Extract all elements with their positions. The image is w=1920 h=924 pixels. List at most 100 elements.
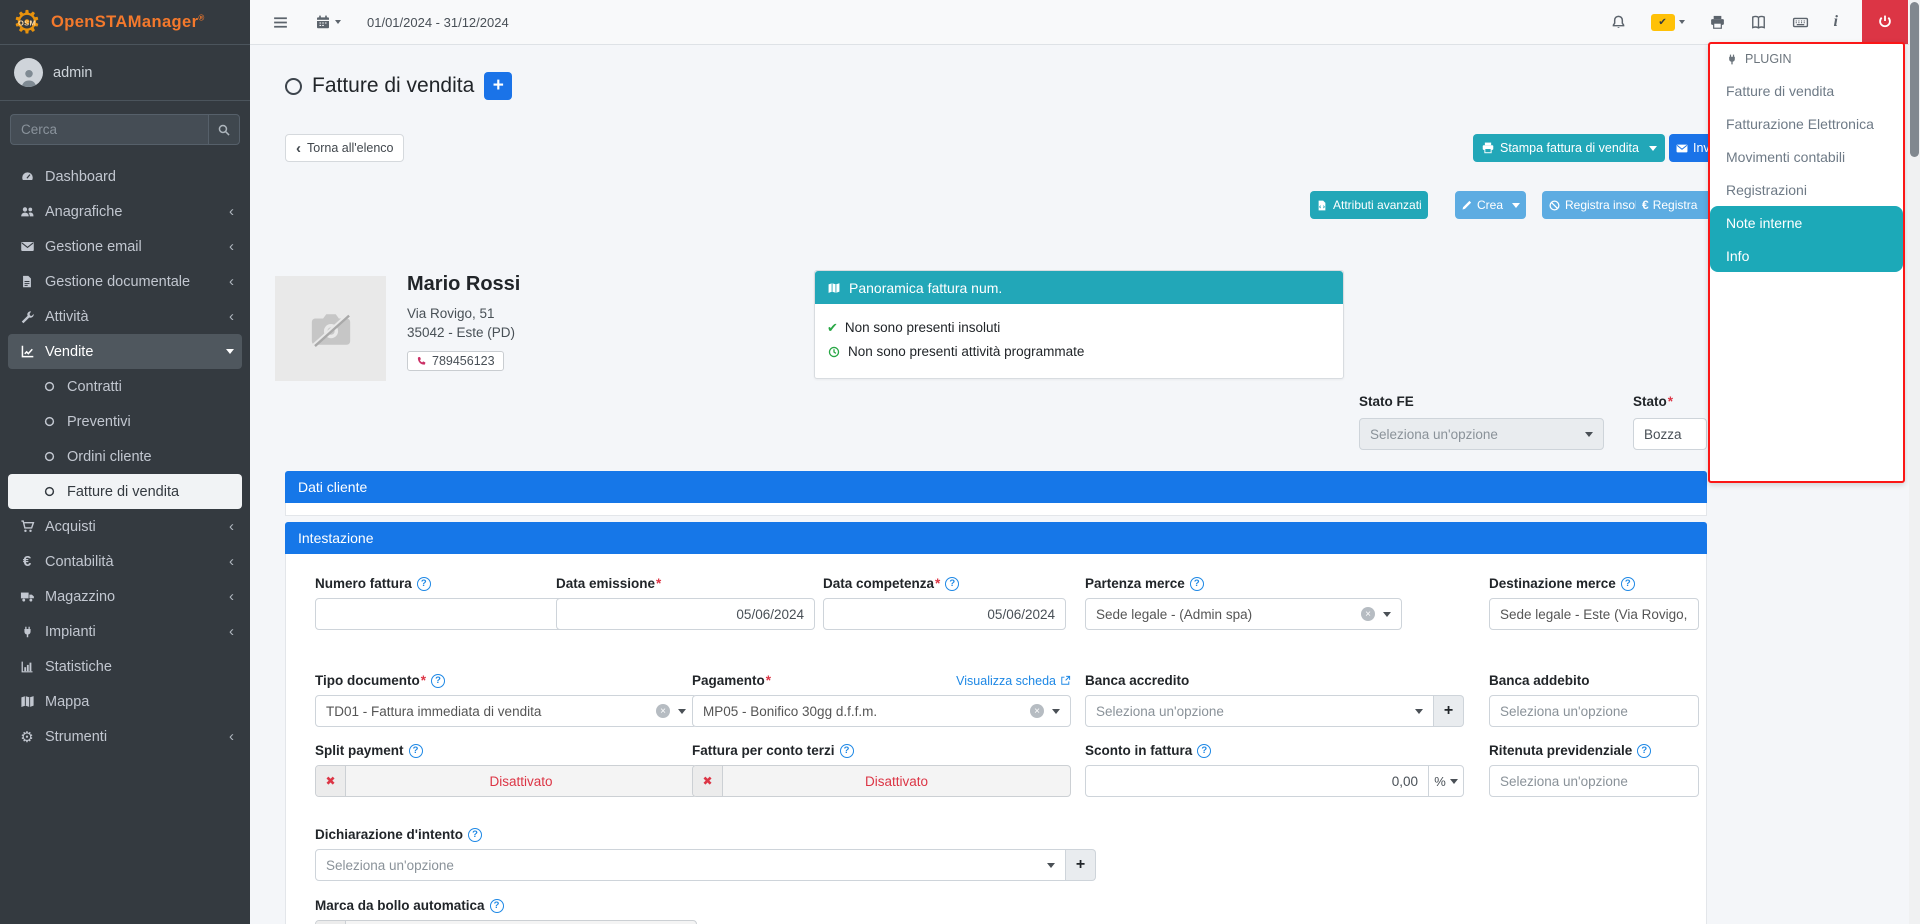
hamburger-menu-icon[interactable] <box>272 14 289 31</box>
help-icon[interactable] <box>840 744 854 758</box>
check-icon: ✔ <box>1658 17 1666 28</box>
sconto-unit-select[interactable]: % <box>1428 765 1464 797</box>
status-toggle[interactable]: ✔ <box>1651 14 1685 31</box>
banca-addebito-select[interactable]: Seleziona un'opzione <box>1489 695 1699 727</box>
plugin-item-info[interactable]: Info <box>1710 239 1903 272</box>
plugin-item-movimenti-contabili[interactable]: Movimenti contabili <box>1710 140 1903 173</box>
search-button[interactable] <box>208 114 240 145</box>
help-icon[interactable] <box>1637 744 1651 758</box>
scrollbar-thumb[interactable] <box>1910 2 1919 157</box>
marca-bollo-toggle[interactable] <box>315 920 697 924</box>
sidebar-item-dashboard[interactable]: Dashboard <box>8 159 242 194</box>
help-icon[interactable] <box>1621 577 1635 591</box>
plugin-item-note-interne[interactable]: Note interne <box>1710 206 1903 239</box>
tachometer-icon <box>16 169 38 184</box>
help-icon[interactable] <box>417 577 431 591</box>
sidebar-item-strumenti[interactable]: ⚙ Strumenti ‹ <box>8 719 242 754</box>
back-to-list-button[interactable]: ‹ Torna all'elenco <box>285 134 404 162</box>
help-icon[interactable] <box>431 674 445 688</box>
stato-select[interactable]: Bozza <box>1633 418 1707 450</box>
stato-fe-select[interactable]: Seleziona un'opzione <box>1359 418 1604 450</box>
main-content: Fatture di vendita + ‹ Torna all'elenco … <box>250 45 1920 924</box>
clear-icon[interactable] <box>1361 607 1375 621</box>
sidebar-item-mappa[interactable]: Mappa <box>8 684 242 719</box>
data-competenza-input[interactable] <box>823 598 1066 630</box>
help-icon[interactable] <box>1197 744 1211 758</box>
banca-accredito-select[interactable]: Seleziona un'opzione <box>1085 695 1434 727</box>
clock-icon <box>827 345 841 359</box>
keyboard-icon[interactable] <box>1791 14 1810 31</box>
page-scrollbar[interactable] <box>1909 0 1920 924</box>
logout-button[interactable] <box>1862 0 1908 44</box>
sidebar-item-contabilita[interactable]: € Contabilità ‹ <box>8 544 242 579</box>
sidebar-item-gestione-email[interactable]: Gestione email ‹ <box>8 229 242 264</box>
overview-item: ✔ Non sono presenti insoluti <box>827 316 1331 340</box>
tipo-documento-select[interactable]: TD01 - Fattura immediata di vendita <box>315 695 697 727</box>
client-city: 35042 - Este (PD) <box>407 323 520 342</box>
ritenuta-select[interactable]: Seleziona un'opzione <box>1489 765 1699 797</box>
app-root: ⚙ OSM OpenSTAManager® admin Dashboard <box>0 0 1920 924</box>
destinazione-merce-select[interactable]: Sede legale - Este (Via Rovigo, 51) (Mar… <box>1489 598 1699 630</box>
intestazione-header[interactable]: Intestazione <box>285 522 1707 554</box>
split-payment-toggle[interactable]: ✖ Disattivato <box>315 765 697 797</box>
sconto-input[interactable] <box>1085 765 1429 797</box>
caret-down-icon <box>1512 203 1520 208</box>
partenza-merce-select[interactable]: Sede legale - (Admin spa) <box>1085 598 1402 630</box>
date-range[interactable]: 01/01/2024 - 31/12/2024 <box>367 15 509 30</box>
calendar-icon[interactable] <box>315 14 341 30</box>
caret-down-icon <box>678 709 686 714</box>
info-icon[interactable]: i <box>1834 13 1838 31</box>
clear-icon[interactable] <box>656 704 670 718</box>
overview-title: Panoramica fattura num. <box>849 280 1002 296</box>
dati-cliente-header[interactable]: Dati cliente <box>285 471 1707 503</box>
sidebar-item-magazzino[interactable]: Magazzino ‹ <box>8 579 242 614</box>
search-input[interactable] <box>10 114 208 145</box>
print-invoice-button[interactable]: Stampa fattura di vendita <box>1473 134 1665 162</box>
create-button[interactable]: Crea <box>1455 191 1526 219</box>
sidebar-item-attivita[interactable]: Attività ‹ <box>8 299 242 334</box>
file-icon <box>16 274 38 289</box>
sidebar-item-fatture-di-vendita[interactable]: Fatture di vendita <box>8 474 242 509</box>
sidebar-item-acquisti[interactable]: Acquisti ‹ <box>8 509 242 544</box>
advanced-attributes-button[interactable]: Attributi avanzati <box>1310 191 1428 219</box>
sidebar-item-statistiche[interactable]: Statistiche <box>8 649 242 684</box>
file-code-icon <box>1316 199 1328 212</box>
sidebar-item-ordini-cliente[interactable]: Ordini cliente <box>8 439 242 474</box>
plugin-item-registrazioni[interactable]: Registrazioni <box>1710 173 1903 206</box>
record-status-icon <box>285 78 302 95</box>
add-invoice-button[interactable]: + <box>484 72 512 100</box>
bell-icon[interactable] <box>1610 14 1627 31</box>
sidebar-item-contratti[interactable]: Contratti <box>8 369 242 404</box>
sidebar-item-vendite[interactable]: Vendite <box>8 334 242 369</box>
help-icon[interactable] <box>409 744 423 758</box>
client-phone-chip[interactable]: 789456123 <box>407 351 504 371</box>
add-dichiarazione-button[interactable]: + <box>1066 849 1096 881</box>
numero-fattura-field: Numero fattura <box>315 576 570 630</box>
brand[interactable]: ⚙ OSM OpenSTAManager® <box>0 0 250 45</box>
sidebar-item-anagrafiche[interactable]: Anagrafiche ‹ <box>8 194 242 229</box>
ban-icon <box>1548 199 1561 212</box>
sidebar-item-gestione-documentale[interactable]: Gestione documentale ‹ <box>8 264 242 299</box>
help-icon[interactable] <box>1190 577 1204 591</box>
dichiarazione-select[interactable]: Seleziona un'opzione <box>315 849 1066 881</box>
printer-icon[interactable] <box>1709 14 1726 31</box>
pagamento-select[interactable]: MP05 - Bonifico 30gg d.f.f.m. <box>692 695 1071 727</box>
chevron-left-icon: ‹ <box>229 624 234 639</box>
data-emissione-input[interactable] <box>556 598 815 630</box>
plugin-item-fatturazione-elettronica[interactable]: Fatturazione Elettronica <box>1710 107 1903 140</box>
sidebar-item-preventivi[interactable]: Preventivi <box>8 404 242 439</box>
caret-down-icon <box>1047 863 1055 868</box>
clear-icon[interactable] <box>1030 704 1044 718</box>
conto-terzi-toggle[interactable]: ✖ Disattivato <box>692 765 1071 797</box>
visualizza-scheda-link[interactable]: Visualizza scheda <box>956 674 1071 688</box>
help-icon[interactable] <box>468 828 482 842</box>
help-icon[interactable] <box>490 899 504 913</box>
help-icon[interactable] <box>945 577 959 591</box>
x-icon: ✖ <box>693 766 723 796</box>
plugin-item-fatture-di-vendita[interactable]: Fatture di vendita <box>1710 74 1903 107</box>
user-block[interactable]: admin <box>0 45 250 101</box>
book-icon[interactable] <box>1750 14 1767 31</box>
sidebar-item-impianti[interactable]: Impianti ‹ <box>8 614 242 649</box>
numero-fattura-input[interactable] <box>315 598 570 630</box>
add-bank-button[interactable]: + <box>1434 695 1464 727</box>
